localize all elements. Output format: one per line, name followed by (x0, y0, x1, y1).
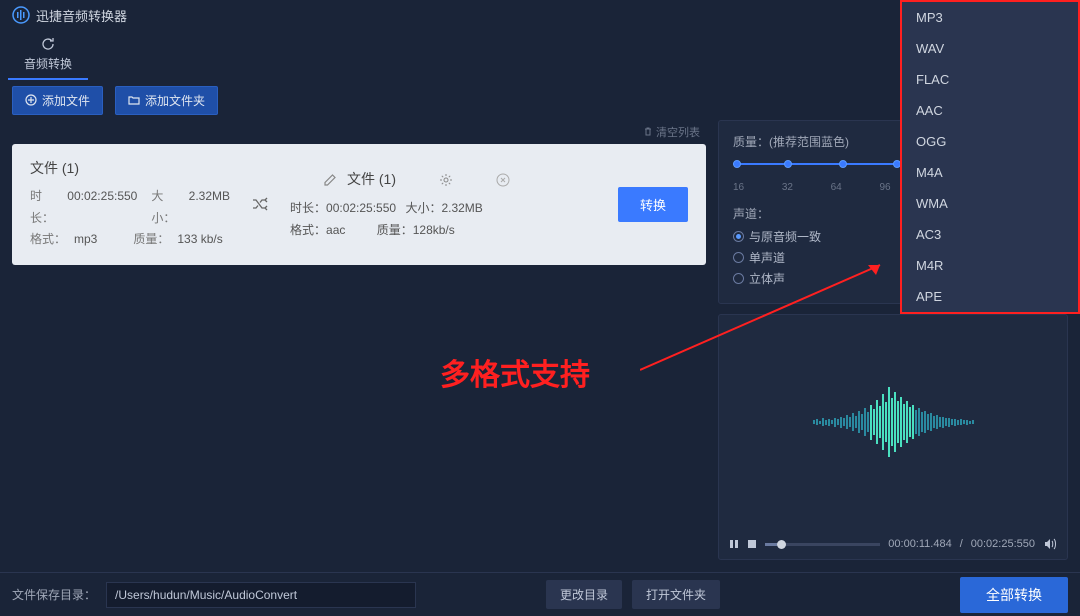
refresh-icon (40, 36, 56, 52)
clear-list-button[interactable]: 清空列表 (643, 127, 700, 139)
radio-icon (733, 273, 744, 284)
format-option-aac[interactable]: AAC (902, 95, 1078, 126)
file-list-panel: 清空列表 文件 (1) 时长：00:02:25:550 大小：2.32MB 格式… (12, 120, 706, 560)
shuffle-icon[interactable] (251, 195, 269, 213)
target-column: 文件 (1) 时长：00:02:25:550 大小：2.32MB 格式：aac … (290, 167, 510, 241)
target-title: 文件 (1) (347, 167, 396, 192)
format-dropdown[interactable]: MP3 WAV FLAC AAC OGG M4A WMA AC3 M4R APE (900, 0, 1080, 314)
time-current: 00:00:11.484 (888, 538, 951, 550)
app-logo: 迅捷音频转换器 (12, 6, 127, 25)
plus-circle-icon (25, 94, 37, 106)
trash-icon (643, 127, 653, 137)
open-folder-button[interactable]: 打开文件夹 (632, 580, 720, 609)
pause-icon[interactable] (729, 539, 739, 549)
radio-icon (733, 252, 744, 263)
app-title: 迅捷音频转换器 (36, 6, 127, 25)
folder-icon (128, 94, 140, 106)
format-option-wma[interactable]: WMA (902, 188, 1078, 219)
waveform-panel: 00:00:11.484 / 00:02:25:550 (718, 314, 1068, 560)
file-card: 文件 (1) 时长：00:02:25:550 大小：2.32MB 格式：mp3 … (12, 144, 706, 265)
format-option-m4a[interactable]: M4A (902, 157, 1078, 188)
player-controls: 00:00:11.484 / 00:02:25:550 (719, 529, 1067, 559)
add-folder-button[interactable]: 添加文件夹 (115, 86, 218, 115)
footer: 文件保存目录： /Users/hudun/Music/AudioConvert … (0, 572, 1080, 616)
format-option-ape[interactable]: APE (902, 281, 1078, 312)
close-icon[interactable] (496, 173, 510, 187)
save-path-input[interactable]: /Users/hudun/Music/AudioConvert (106, 582, 416, 608)
waveform-display (719, 315, 1067, 529)
seek-handle[interactable] (777, 540, 786, 549)
convert-all-button[interactable]: 全部转换 (960, 577, 1068, 613)
format-option-m4r[interactable]: M4R (902, 250, 1078, 281)
format-option-flac[interactable]: FLAC (902, 64, 1078, 95)
swap-column (240, 195, 280, 213)
gear-icon[interactable] (439, 173, 453, 187)
list-toolbar: 清空列表 (12, 120, 706, 144)
source-column: 文件 (1) 时长：00:02:25:550 大小：2.32MB 格式：mp3 … (30, 158, 230, 251)
volume-icon[interactable] (1043, 537, 1057, 551)
save-dir-label: 文件保存目录： (12, 586, 96, 603)
radio-icon (733, 231, 744, 242)
time-total: 00:02:25:550 (971, 538, 1035, 550)
change-dir-button[interactable]: 更改目录 (546, 580, 622, 609)
add-file-button[interactable]: 添加文件 (12, 86, 103, 115)
format-option-mp3[interactable]: MP3 (902, 2, 1078, 33)
source-title: 文件 (1) (30, 158, 79, 178)
stop-icon[interactable] (747, 539, 757, 549)
logo-icon (12, 6, 30, 24)
format-option-wav[interactable]: WAV (902, 33, 1078, 64)
format-option-ac3[interactable]: AC3 (902, 219, 1078, 250)
tab-label: 音频转换 (24, 55, 72, 72)
format-option-ogg[interactable]: OGG (902, 126, 1078, 157)
edit-icon[interactable] (323, 173, 337, 187)
seek-bar[interactable] (765, 543, 880, 546)
tab-audio-convert[interactable]: 音频转换 (8, 30, 88, 80)
convert-button[interactable]: 转换 (618, 187, 688, 222)
